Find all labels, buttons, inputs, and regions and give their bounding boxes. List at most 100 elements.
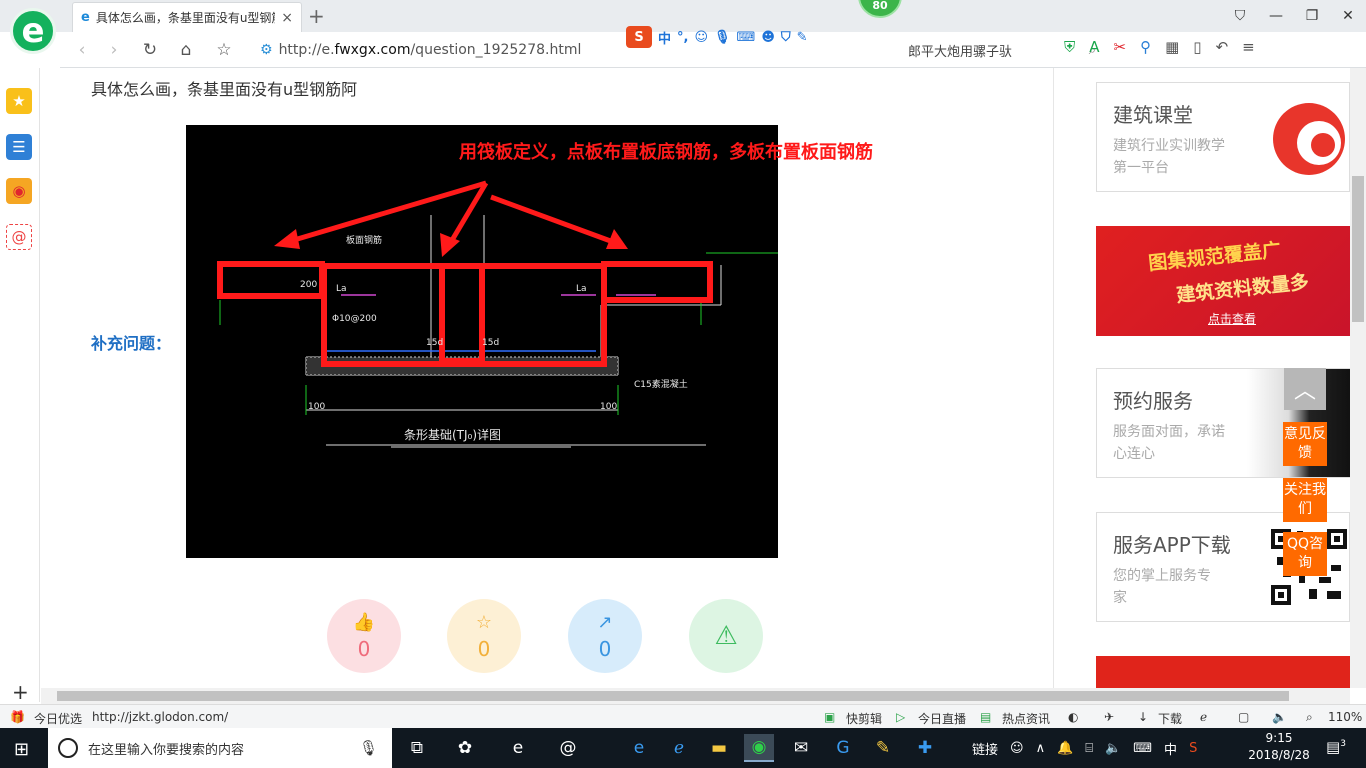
- close-window-button[interactable]: ✕: [1330, 0, 1366, 32]
- people-icon[interactable]: ☺: [1010, 741, 1024, 756]
- forward-button[interactable]: ›: [102, 38, 126, 62]
- tray-expand-icon[interactable]: ∧: [1036, 741, 1046, 756]
- ie-mode-icon[interactable]: ℯ: [1200, 710, 1207, 724]
- score-badge[interactable]: 80: [858, 0, 902, 18]
- keyboard-tray-icon[interactable]: ⌨: [1133, 741, 1152, 756]
- news-icon[interactable]: ▤: [980, 710, 991, 724]
- feedback-button[interactable]: 意见反馈: [1283, 422, 1327, 466]
- quick-edit-link[interactable]: 快剪辑: [846, 710, 882, 727]
- keyboard-icon[interactable]: ⌨: [737, 30, 756, 45]
- links-toolbar[interactable]: 链接: [972, 739, 998, 758]
- report-button[interactable]: ⚠: [689, 599, 763, 673]
- bottom-promo-banner[interactable]: [1096, 656, 1350, 688]
- sogou-logo-icon[interactable]: S: [626, 26, 652, 48]
- translate-icon[interactable]: A: [1089, 38, 1099, 56]
- restore-button[interactable]: ❐: [1294, 0, 1330, 32]
- edge-icon[interactable]: e: [503, 734, 533, 762]
- microphone-icon[interactable]: 🎙: [714, 30, 731, 45]
- course-card[interactable]: 建筑课堂 建筑行业实训教学第一平台: [1096, 82, 1350, 192]
- menu-icon[interactable]: ≡: [1242, 38, 1255, 56]
- spiral-app-icon[interactable]: @: [553, 734, 583, 762]
- back-to-top-button[interactable]: ︿: [1284, 368, 1326, 410]
- taskbar-search-input[interactable]: 在这里输入你要搜索的内容 🎙: [48, 728, 392, 768]
- follow-us-button[interactable]: 关注我们: [1283, 478, 1327, 522]
- scissors-icon[interactable]: ✂: [1114, 38, 1127, 56]
- cad-drawing-svg: 条形基础(TJ₀)详图 C15素混凝土 100 100 La La 15d 15…: [217, 180, 778, 448]
- zoom-level[interactable]: 110%: [1328, 710, 1362, 724]
- share-button[interactable]: ↗ 0: [568, 599, 642, 673]
- active-tab[interactable]: e 具体怎么画，条基里面没有u型钢筋 ×: [72, 2, 302, 32]
- wrench-icon[interactable]: ✎: [797, 30, 808, 45]
- speed-icon[interactable]: ◐: [1068, 710, 1078, 724]
- network-icon[interactable]: ⌸: [1085, 741, 1093, 756]
- user-icon[interactable]: ☻: [761, 30, 775, 45]
- qq-consult-button[interactable]: QQ咨询: [1283, 532, 1327, 576]
- live-link[interactable]: 今日直播: [918, 710, 966, 727]
- email-icon[interactable]: @: [6, 224, 32, 250]
- back-button[interactable]: ‹: [70, 38, 94, 62]
- plus-app-icon[interactable]: ✚: [910, 734, 940, 762]
- task-view-icon[interactable]: ⧉: [402, 734, 432, 762]
- horizontal-scrollbar[interactable]: [41, 688, 1350, 704]
- news-link[interactable]: 热点资讯: [1002, 710, 1050, 727]
- favorite-star-button[interactable]: ☆: [212, 38, 236, 62]
- microphone-icon[interactable]: 🎙: [359, 739, 378, 757]
- system-clock[interactable]: 9:15 2018/8/28: [1246, 730, 1312, 764]
- vertical-scroll-thumb[interactable]: [1352, 176, 1364, 322]
- punctuation-icon[interactable]: °,: [677, 30, 688, 45]
- gift-icon[interactable]: 🎁: [10, 710, 25, 724]
- weibo-icon[interactable]: ◉: [6, 178, 32, 204]
- favorite-count: 0: [477, 636, 491, 661]
- shirt-icon[interactable]: ⛉: [1222, 0, 1258, 32]
- window-mode-icon[interactable]: ▢: [1238, 710, 1249, 724]
- volume-icon[interactable]: 🔈: [1272, 710, 1287, 724]
- tab-close-icon[interactable]: ×: [281, 10, 293, 26]
- notes-app-icon[interactable]: ✎: [868, 734, 898, 762]
- refresh-button[interactable]: ↻: [138, 38, 162, 62]
- pin-icon[interactable]: ✈: [1104, 710, 1114, 724]
- home-button[interactable]: ⌂: [174, 38, 198, 62]
- promo-banner[interactable]: 图集规范覆盖广 建筑资料数量多 点击查看: [1096, 226, 1350, 336]
- undo-icon[interactable]: ↶: [1216, 38, 1229, 56]
- apps-icon[interactable]: ▦: [1165, 38, 1179, 56]
- magnifier-icon[interactable]: ⚲: [1140, 38, 1151, 56]
- skin-icon[interactable]: ⛉: [781, 30, 791, 45]
- new-tab-button[interactable]: +: [308, 4, 325, 28]
- minimize-button[interactable]: —: [1258, 0, 1294, 32]
- ime-mode[interactable]: 中: [658, 28, 671, 47]
- vertical-scrollbar[interactable]: [1350, 68, 1366, 688]
- cad-15d-b: 15d: [482, 338, 499, 348]
- favorites-star-icon[interactable]: ★: [6, 88, 32, 114]
- volume-tray-icon[interactable]: 🔈: [1105, 741, 1121, 756]
- like-button[interactable]: 👍 0: [327, 599, 401, 673]
- shield-icon[interactable]: ⛨: [1064, 38, 1075, 56]
- favorite-button[interactable]: ☆ 0: [447, 599, 521, 673]
- notification-bell-icon[interactable]: 🔔: [1057, 741, 1073, 756]
- windows-start-icon[interactable]: ⊞: [14, 739, 29, 760]
- cad-la2: La: [576, 284, 587, 294]
- sogou-tray-icon[interactable]: S: [1189, 741, 1197, 756]
- browser-logo[interactable]: e: [10, 8, 56, 54]
- browser-taskbar-icon[interactable]: ◉: [744, 734, 774, 762]
- daily-picks-link[interactable]: 今日优选: [34, 710, 82, 727]
- fan-app-icon[interactable]: ✿: [450, 734, 480, 762]
- download-link[interactable]: 下载: [1158, 710, 1182, 727]
- mail-icon[interactable]: ✉: [786, 734, 816, 762]
- banner-link[interactable]: 点击查看: [1208, 310, 1256, 327]
- horizontal-scroll-thumb[interactable]: [57, 691, 1289, 701]
- ie-icon[interactable]: ℯ: [664, 734, 694, 762]
- glodon-app-icon[interactable]: G: [828, 734, 858, 762]
- play-icon[interactable]: ▷: [896, 710, 905, 724]
- cad-drawing-image[interactable]: 条形基础(TJ₀)详图 C15素混凝土 100 100 La La 15d 15…: [186, 125, 778, 558]
- tablet-icon[interactable]: ▯: [1193, 38, 1201, 56]
- edge-new-icon[interactable]: e: [624, 734, 654, 762]
- add-sidebar-icon[interactable]: +: [12, 680, 29, 704]
- zoom-icon[interactable]: ⌕: [1306, 710, 1313, 725]
- reading-list-icon[interactable]: ☰: [6, 134, 32, 160]
- file-explorer-icon[interactable]: ▬: [704, 734, 734, 762]
- emoji-icon[interactable]: ☺: [694, 30, 708, 45]
- address-bar[interactable]: ⚙ http://e. fwxgx.com/question_1925278.ht…: [260, 36, 680, 64]
- ime-tray[interactable]: 中: [1164, 739, 1177, 758]
- action-center-icon[interactable]: ▤3: [1326, 738, 1346, 756]
- video-edit-icon[interactable]: ▣: [824, 710, 835, 724]
